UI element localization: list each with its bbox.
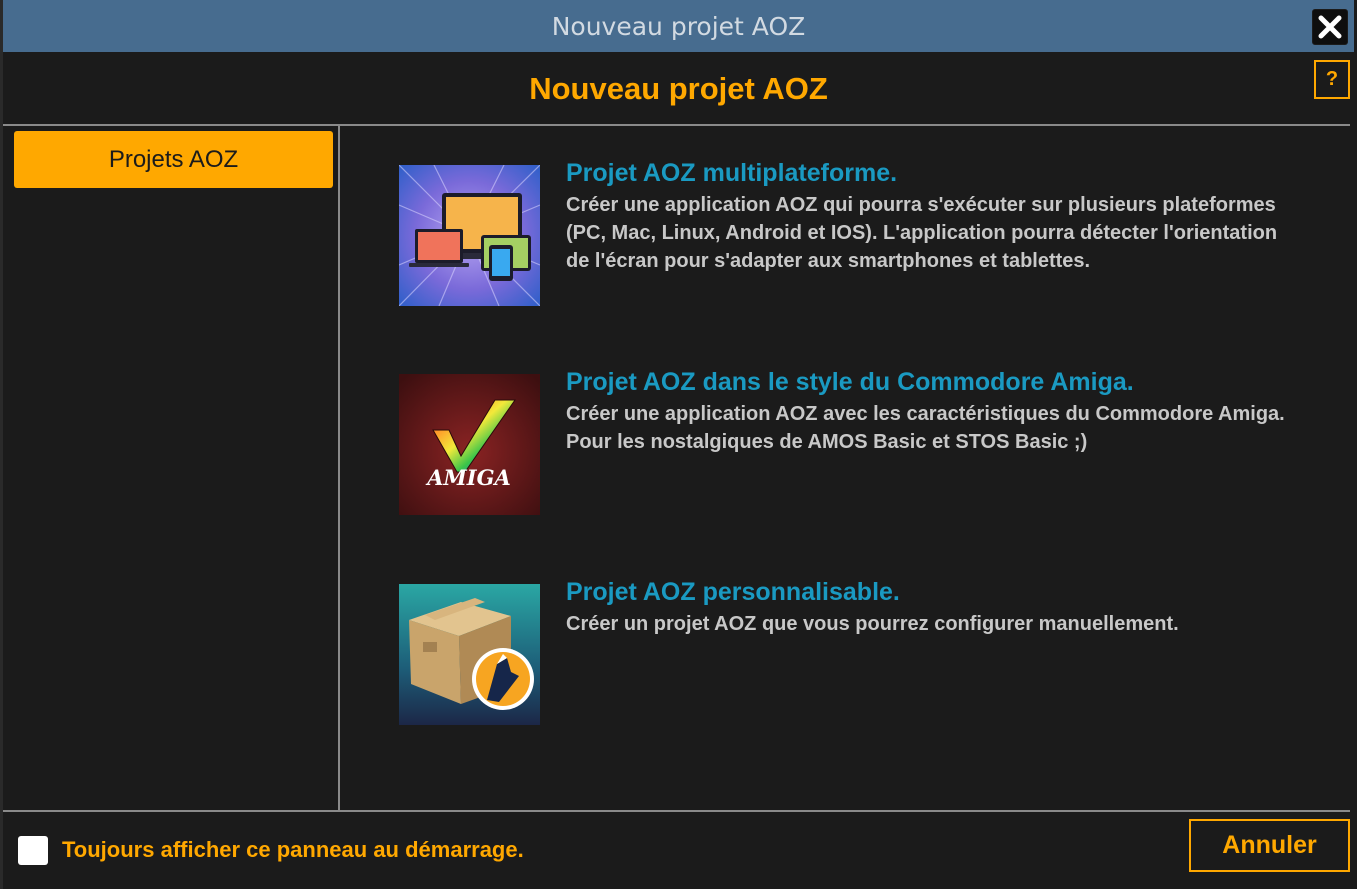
project-title: Projet AOZ dans le style du Commodore Am… (566, 368, 1134, 396)
project-description: Créer une application AOZ avec les carac… (566, 403, 1285, 453)
window-title-bar[interactable]: Nouveau projet AOZ (3, 0, 1354, 52)
project-title: Projet AOZ personnalisable. (566, 578, 900, 606)
dialog-header: Nouveau projet AOZ ? (3, 52, 1354, 125)
dialog-footer: Toujours afficher ce panneau au démarrag… (3, 813, 1354, 889)
amiga-logo-icon: AMIGA (399, 374, 540, 515)
page-title: Nouveau projet AOZ (529, 70, 828, 106)
amiga-logo-text: AMIGA (425, 465, 511, 490)
project-description: Créer une application AOZ qui pourra s'e… (566, 194, 1278, 272)
close-icon (1318, 15, 1342, 39)
window-title: Nouveau projet AOZ (551, 11, 806, 41)
show-on-startup-checkbox[interactable] (18, 836, 48, 865)
project-custom[interactable]: Projet AOZ personnalisable. Créer un pro… (399, 578, 1299, 726)
sidebar-divider (338, 125, 340, 811)
close-button[interactable] (1312, 9, 1348, 45)
help-button[interactable]: ? (1314, 60, 1350, 99)
devices-icon (399, 165, 540, 306)
project-amiga[interactable]: AMIGA Projet AOZ dans le style du Commod… (399, 368, 1299, 516)
show-on-startup-label[interactable]: Toujours afficher ce panneau au démarrag… (62, 837, 524, 863)
sidebar-item-projets-aoz[interactable]: Projets AOZ (14, 131, 333, 188)
package-box-icon (399, 584, 540, 725)
project-title: Projet AOZ multiplateforme. (566, 159, 898, 187)
project-multiplatform[interactable]: Projet AOZ multiplateforme. Créer une ap… (399, 159, 1299, 307)
project-description: Créer un projet AOZ que vous pourrez con… (566, 613, 1179, 635)
cancel-button[interactable]: Annuler (1189, 819, 1350, 872)
sidebar: Projets AOZ (3, 126, 338, 811)
